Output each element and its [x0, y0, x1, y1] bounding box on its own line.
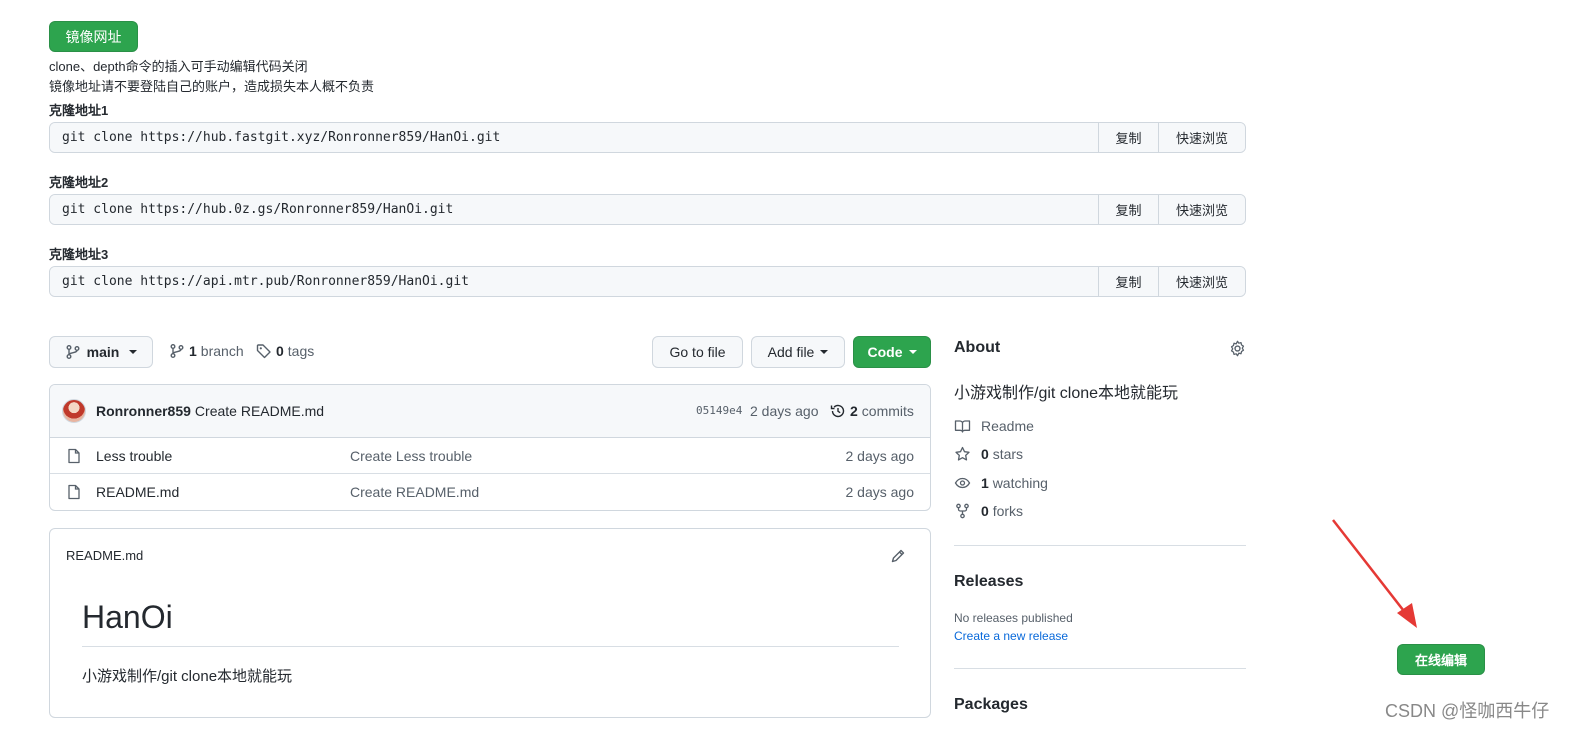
- browse-button-1[interactable]: 快速浏览: [1158, 123, 1245, 152]
- file-icon: [66, 448, 82, 464]
- about-description: 小游戏制作/git clone本地就能玩: [954, 385, 1179, 402]
- create-release-link[interactable]: Create a new release: [954, 629, 1068, 643]
- watching-label: watching: [992, 475, 1048, 491]
- clone-command-1[interactable]: git clone https://hub.fastgit.xyz/Ronron…: [50, 123, 1098, 152]
- stars-label: stars: [992, 446, 1024, 462]
- file-name[interactable]: Less trouble: [96, 448, 172, 464]
- releases-title[interactable]: Releases: [954, 573, 1023, 591]
- commit-time: 2 days ago: [750, 403, 819, 419]
- star-icon: [954, 446, 971, 462]
- clone-label-1: 克隆地址1: [49, 103, 109, 118]
- browse-button-3[interactable]: 快速浏览: [1158, 267, 1245, 296]
- commit-label: commits: [861, 403, 914, 419]
- add-file-label: Add file: [767, 344, 815, 360]
- readme-panel: README.md HanOi 小游戏制作/git clone本地就能玩: [49, 528, 931, 718]
- tag-count: 0: [276, 343, 284, 359]
- stars-link[interactable]: 0 stars: [954, 446, 1023, 462]
- copy-button-3[interactable]: 复制: [1098, 267, 1158, 296]
- branch-name: main: [86, 344, 120, 360]
- clone-label-2: 克隆地址2: [49, 175, 109, 190]
- git-branch-icon: [65, 344, 81, 360]
- mirror-url-button[interactable]: 镜像网址: [49, 21, 138, 52]
- watching-count: 1: [981, 475, 989, 491]
- chevron-down-icon: [129, 350, 138, 354]
- add-file-button[interactable]: Add file: [751, 336, 845, 368]
- file-commit-message[interactable]: Create README.md: [350, 484, 479, 500]
- commit-sha[interactable]: 05149e4: [696, 404, 742, 417]
- code-label: Code: [867, 344, 903, 360]
- copy-button-1[interactable]: 复制: [1098, 123, 1158, 152]
- forks-count: 0: [981, 503, 989, 519]
- file-row[interactable]: Less trouble Create Less trouble 2 days …: [50, 438, 930, 474]
- file-icon: [66, 484, 82, 500]
- chevron-down-icon: [908, 350, 917, 354]
- clone-command-3[interactable]: git clone https://api.mtr.pub/Ronronner8…: [50, 267, 1098, 296]
- branch-select-button[interactable]: main: [49, 336, 153, 368]
- file-name[interactable]: README.md: [96, 484, 179, 500]
- gear-icon[interactable]: [1229, 340, 1246, 357]
- sidebar-divider: [954, 545, 1246, 546]
- clone-box-1: git clone https://hub.fastgit.xyz/Ronron…: [49, 122, 1246, 153]
- branch-count: 1: [189, 343, 197, 359]
- tags-link[interactable]: 0 tags: [256, 343, 314, 359]
- watching-link[interactable]: 1 watching: [954, 475, 1048, 491]
- pencil-icon[interactable]: [890, 548, 906, 564]
- commit-author[interactable]: Ronronner859: [96, 403, 191, 419]
- forks-label: forks: [992, 503, 1024, 519]
- red-arrow-annotation: [1332, 519, 1417, 628]
- forks-link[interactable]: 0 forks: [954, 503, 1023, 519]
- sidebar-divider: [954, 668, 1246, 669]
- readme-heading-divider: [82, 646, 899, 647]
- tag-label: tags: [287, 343, 315, 359]
- clone-box-2: git clone https://hub.0z.gs/Ronronner859…: [49, 194, 1246, 225]
- eye-icon: [954, 475, 971, 491]
- fork-icon: [954, 503, 971, 519]
- history-icon: [830, 403, 846, 419]
- chevron-down-icon: [820, 350, 829, 354]
- readme-label: Readme: [981, 418, 1034, 434]
- branches-link[interactable]: 1 branch: [169, 343, 244, 359]
- readme-body: 小游戏制作/git clone本地就能玩: [82, 668, 293, 685]
- online-edit-button[interactable]: 在线编辑: [1397, 644, 1485, 675]
- branch-label: branch: [200, 343, 244, 359]
- stars-count: 0: [981, 446, 989, 462]
- copy-button-2[interactable]: 复制: [1098, 195, 1158, 224]
- watermark: CSDN @怪咖西牛仔: [1385, 701, 1550, 721]
- mirror-note-1: clone、depth命令的插入可手动编辑代码关闭: [49, 59, 308, 74]
- clone-label-3: 克隆地址3: [49, 247, 109, 262]
- go-to-file-button[interactable]: Go to file: [652, 336, 743, 368]
- git-branch-icon: [169, 343, 185, 359]
- commit-count: 2: [850, 403, 858, 419]
- tag-icon: [256, 343, 272, 359]
- no-releases-text: No releases published: [954, 611, 1073, 625]
- avatar[interactable]: [62, 399, 86, 423]
- file-commit-time: 2 days ago: [845, 484, 915, 500]
- commits-link[interactable]: 2 commits: [830, 403, 914, 419]
- mirror-note-2: 镜像地址请不要登陆自己的账户，造成损失本人概不负责: [49, 79, 375, 94]
- about-title: About: [954, 339, 1001, 356]
- readme-heading: HanOi: [82, 599, 173, 635]
- file-commit-time: 2 days ago: [845, 448, 915, 464]
- latest-commit-row: Ronronner859 Create README.md 05149e4 2 …: [50, 385, 930, 438]
- code-button[interactable]: Code: [853, 336, 931, 368]
- file-row[interactable]: README.md Create README.md 2 days ago: [50, 474, 930, 510]
- readme-filename[interactable]: README.md: [66, 548, 143, 563]
- commit-message[interactable]: Create README.md: [195, 403, 324, 419]
- file-list: Ronronner859 Create README.md 05149e4 2 …: [49, 384, 931, 511]
- clone-box-3: git clone https://api.mtr.pub/Ronronner8…: [49, 266, 1246, 297]
- book-icon: [954, 418, 971, 434]
- readme-link[interactable]: Readme: [954, 418, 1034, 434]
- clone-command-2[interactable]: git clone https://hub.0z.gs/Ronronner859…: [50, 195, 1098, 224]
- file-commit-message[interactable]: Create Less trouble: [350, 448, 472, 464]
- browse-button-2[interactable]: 快速浏览: [1158, 195, 1245, 224]
- packages-title[interactable]: Packages: [954, 696, 1028, 714]
